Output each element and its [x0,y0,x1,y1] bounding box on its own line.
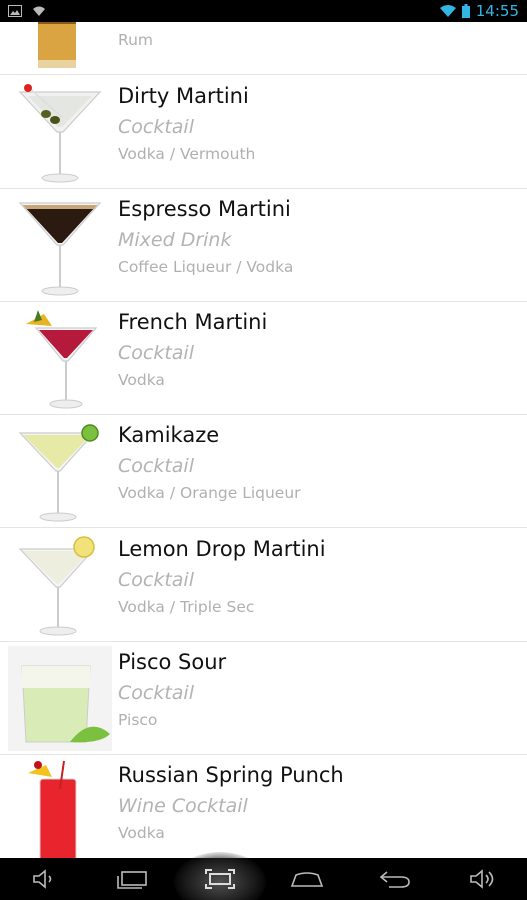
list-item[interactable]: Russian Spring Punch Wine Cocktail Vodka [0,755,527,858]
list-item[interactable]: Rum [0,22,527,75]
french-martini-thumbnail [26,310,98,409]
wifi-notification-icon [33,6,45,16]
drink-type: Cocktail [118,682,194,704]
clock: 14:55 [475,2,519,20]
drink-ingredients: Vodka / Orange Liqueur [118,484,301,502]
drink-ingredients: Vodka [118,824,165,842]
home-button[interactable] [279,858,335,900]
status-left [8,5,46,17]
drink-type: Cocktail [118,342,194,364]
drink-ingredients: Vodka / Triple Sec [118,598,255,616]
espresso-martini-thumbnail [18,202,102,296]
drink-type: Cocktail [118,569,194,591]
battery-icon [461,4,470,18]
drink-name: Pisco Sour [118,650,227,674]
drink-ingredients: Coffee Liqueur / Vodka [118,258,294,276]
drink-name: French Martini [118,310,268,334]
volume-down-icon [33,869,52,889]
status-right: 14:55 [439,2,519,20]
volume-down-button[interactable] [16,858,72,900]
list-item[interactable]: Kamikaze Cocktail Vodka / Orange Liqueur [0,415,527,528]
drink-name: Kamikaze [118,423,220,447]
image-notification-icon [8,5,22,17]
wifi-signal-icon [439,5,456,17]
drink-type: Mixed Drink [118,229,232,251]
back-icon [379,871,411,888]
drink-ingredients: Vodka [118,371,165,389]
list-item[interactable]: French Martini Cocktail Vodka [0,302,527,415]
list-item[interactable]: Pisco Sour Cocktail Pisco [0,642,527,755]
drink-name: Russian Spring Punch [118,763,344,787]
list-item[interactable]: Espresso Martini Mixed Drink Coffee Liqu… [0,189,527,302]
drink-name: Espresso Martini [118,197,291,221]
home-icon [291,872,324,887]
drink-ingredients: Vodka / Vermouth [118,145,256,163]
dirty-martini-thumbnail [18,84,102,183]
drink-type: Cocktail [118,116,194,138]
drink-name: Dirty Martini [118,84,249,108]
drink-name: Lemon Drop Martini [118,537,326,561]
status-bar: 14:55 [0,0,527,22]
drink-ingredients: Rum [118,31,153,49]
russian-spring-punch-thumbnail [28,760,77,858]
back-button[interactable] [367,858,423,900]
recent-apps-icon [116,871,147,889]
list-item[interactable]: Lemon Drop Martini Cocktail Vodka / Trip… [0,529,527,642]
list-item[interactable]: Dirty Martini Cocktail Vodka / Vermouth [0,76,527,189]
recent-apps-button[interactable] [104,858,160,900]
volume-up-button[interactable] [455,858,511,900]
drink-type: Cocktail [118,455,194,477]
volume-up-icon [470,869,494,889]
drink-ingredients: Pisco [118,711,158,729]
rum-glass-thumbnail [38,22,76,68]
navigation-bar [0,852,527,900]
drink-type: Wine Cocktail [118,795,248,817]
pisco-sour-thumbnail [8,646,112,751]
screenshot-icon [204,869,235,889]
drink-list: Rum Dirty Martini Cocktail Vodka / Vermo… [0,22,527,858]
screenshot-button[interactable] [173,852,266,900]
kamikaze-thumbnail [18,424,99,522]
lemon-drop-martini-thumbnail [18,536,96,636]
